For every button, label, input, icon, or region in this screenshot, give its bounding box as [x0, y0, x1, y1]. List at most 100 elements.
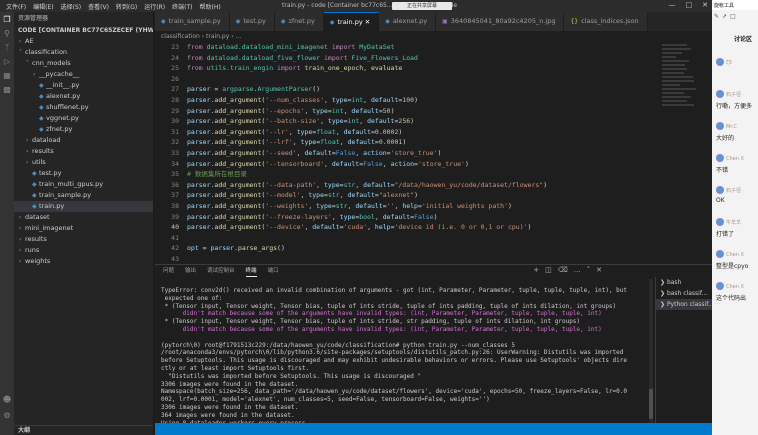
tree-folder[interactable]: › runs	[14, 245, 153, 256]
editor-tab[interactable]: ◆ alexnet.py	[379, 12, 437, 31]
account-icon[interactable]: ☻	[0, 392, 14, 406]
tree-folder[interactable]: › __pycache__	[14, 69, 153, 80]
workspace-section[interactable]: CODE [CONTAINER BC77C65ZECEF (YHW_ALL) @…	[14, 26, 153, 36]
breadcrumb-symbol[interactable]: ...	[236, 33, 242, 40]
message-author: 牛羊羊	[726, 220, 742, 226]
line-number: 35	[171, 170, 179, 179]
trash-icon[interactable]: ⌫	[558, 266, 568, 274]
tree-item-label: train.py	[39, 202, 65, 210]
editor-tab[interactable]: ▣ 3640845041_80a92c4205_n.jpg	[436, 12, 565, 31]
code-editor[interactable]: 23 24 25 26 27 28 29 30 31 32 33 34 35 36 37 38 39 40 41 42…	[155, 42, 712, 305]
tree-file[interactable]: ◆ alexnet.py	[14, 91, 153, 102]
add-terminal-icon[interactable]: +	[533, 266, 539, 274]
menu-edit[interactable]: 编辑(E)	[33, 2, 53, 11]
tree-folder[interactable]: › weights	[14, 256, 153, 267]
tree-file[interactable]: ◆ zfnet.py	[14, 124, 153, 135]
tree-folder[interactable]: ˅ classification	[14, 47, 153, 58]
more-actions-icon[interactable]: …	[574, 266, 581, 274]
editor-tab[interactable]: ◆ train_sample.py	[155, 12, 230, 31]
tree-file[interactable]: ◆ train.py	[14, 201, 153, 212]
menu-help[interactable]: 帮助(H)	[199, 2, 220, 11]
tree-item-label: mini_imagenet	[25, 224, 74, 232]
split-terminal-icon[interactable]: ◫	[545, 266, 552, 274]
editor-tab[interactable]: ◆ train.py ✕	[323, 12, 380, 31]
tree-file[interactable]: ◆ train_sample.py	[14, 190, 153, 201]
menu-view[interactable]: 查看(V)	[88, 2, 109, 11]
menu-terminal[interactable]: 终端(T)	[172, 2, 192, 11]
minimize-icon[interactable]: —	[669, 1, 676, 9]
line-number: 30	[171, 117, 179, 126]
tab-debug-console[interactable]: 调试控制台	[207, 265, 235, 277]
message-header: Chen X	[716, 250, 756, 258]
editor-tab[interactable]: {} class_indices.json	[564, 12, 648, 31]
tree-file[interactable]: ◆ train_multi_gpus.py	[14, 179, 153, 190]
tab-output[interactable]: 输出	[185, 265, 196, 277]
toolbar-label[interactable]: 旋帐工具	[714, 3, 734, 9]
screen-share-banner[interactable]: 正在共享屏幕	[392, 2, 452, 10]
close-tab-icon[interactable]: ✕	[363, 18, 370, 26]
line-number: 41	[171, 233, 179, 242]
chevron-up-icon[interactable]: ˄	[587, 266, 591, 274]
breadcrumb-file[interactable]: train.py	[206, 33, 229, 40]
tree-folder[interactable]: › dataload	[14, 135, 153, 146]
menu-go[interactable]: 转到(G)	[116, 2, 137, 11]
line-number: 42	[171, 244, 179, 253]
tab-ports[interactable]: 端口	[268, 265, 279, 277]
explorer-icon[interactable]: ❐	[0, 12, 14, 26]
menu-file[interactable]: 文件(F)	[6, 2, 26, 11]
menu-selection[interactable]: 选择(S)	[61, 2, 82, 11]
tree-folder[interactable]: › dataset	[14, 212, 153, 223]
terminal-icon: ❯	[660, 279, 667, 286]
outline-section[interactable]: 大纲	[14, 425, 153, 435]
terminal-instance[interactable]: ❯ bash	[656, 277, 712, 288]
scrollbar-thumb[interactable]	[649, 389, 653, 419]
close-icon[interactable]: ✕	[702, 1, 708, 9]
tree-folder[interactable]: › AE	[14, 36, 153, 47]
close-panel-icon[interactable]: ✕	[596, 266, 602, 274]
extensions-icon[interactable]: ▦	[0, 68, 14, 82]
tree-folder[interactable]: › results	[14, 146, 153, 157]
pen-icon[interactable]: ✎	[714, 13, 719, 20]
terminal-instance[interactable]: ❯ Python classif...	[656, 299, 714, 310]
terminal-line: 364 images were found in the dataset.	[161, 411, 295, 419]
terminal-output[interactable]: TypeError: conv2d() received an invalid …	[161, 287, 651, 433]
line-number: 37	[171, 191, 179, 200]
terminal-line: 3306 images were found in the dataset.	[161, 403, 299, 411]
tree-folder[interactable]: ˅ cnn_models	[14, 58, 153, 69]
python-file-icon: ◆	[39, 82, 44, 89]
terminal-instance[interactable]: ❯ bash classif...	[656, 288, 712, 299]
message-text: 行嘞，方便多	[716, 103, 753, 110]
search-icon[interactable]: ⚲	[0, 26, 14, 40]
terminal-line: expected one of:	[161, 294, 223, 302]
python-file-icon: ◆	[39, 126, 44, 133]
tree-file[interactable]: ◆ __init__.py	[14, 80, 153, 91]
message-list: ζ5 石子径 行嘞，方便多 Mr.C 大好的 Chen X 不错 石子径 OK 牛羊羊 打错了 Che…	[712, 56, 758, 312]
tree-folder[interactable]: › mini_imagenet	[14, 223, 153, 234]
minimap[interactable]	[662, 42, 698, 262]
code-line: opt = parser.parse_args()	[187, 244, 285, 253]
source-control-icon[interactable]: ᛉ	[0, 40, 14, 54]
menu-run[interactable]: 运行(R)	[144, 2, 165, 11]
shape-icon[interactable]: □	[730, 13, 736, 20]
editor-tab[interactable]: ◆ test.py	[229, 12, 275, 31]
avatar	[716, 122, 724, 130]
image-file-icon: ▣	[442, 18, 448, 25]
tree-folder[interactable]: › utils	[14, 157, 153, 168]
breadcrumb-folder[interactable]: classification	[161, 33, 200, 40]
tree-file[interactable]: ◆ shufflenet.py	[14, 102, 153, 113]
tree-folder[interactable]: › results	[14, 234, 153, 245]
terminal-scrollbar[interactable]	[649, 279, 653, 429]
tab-terminal[interactable]: 终端	[245, 265, 257, 277]
line-number: 29	[171, 106, 179, 115]
avatar	[716, 218, 724, 226]
remote-explorer-icon[interactable]: ▩	[0, 82, 14, 96]
python-file-icon: ◆	[235, 18, 241, 25]
tree-file[interactable]: ◆ test.py	[14, 168, 153, 179]
run-debug-icon[interactable]: ▷	[0, 54, 14, 68]
editor-tab[interactable]: ◆ zfnet.py	[274, 12, 324, 31]
maximize-icon[interactable]: □	[686, 1, 693, 9]
tab-problems[interactable]: 问题	[163, 265, 174, 277]
tree-file[interactable]: ◆ vggnet.py	[14, 113, 153, 124]
gear-icon[interactable]: ⚙	[0, 408, 14, 422]
arrow-icon[interactable]: ➚	[722, 13, 727, 20]
